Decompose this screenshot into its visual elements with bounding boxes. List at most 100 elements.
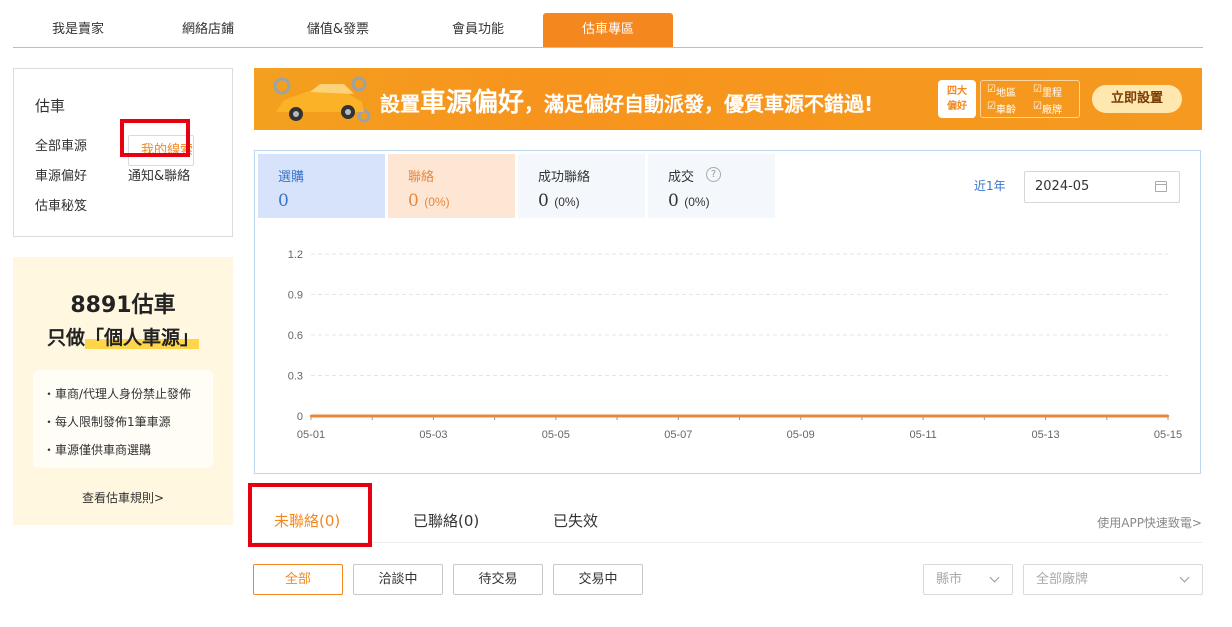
y-tick-label: 1.2 (288, 249, 303, 261)
sidebar-item-source-preference[interactable]: 車源偏好 (35, 165, 87, 184)
calendar-icon (1155, 181, 1167, 192)
sidebar-title: 估車 (35, 97, 66, 115)
data-point (309, 414, 313, 418)
x-tick-label: 05-07 (664, 429, 692, 441)
x-tick-label: 05-11 (909, 429, 936, 441)
stat-label: 選購 (278, 170, 305, 185)
stat-count: 0 (278, 191, 289, 211)
tab-member[interactable]: 會員功能 (413, 13, 543, 47)
x-tick-label: 05-09 (787, 429, 815, 441)
banner-headline: 設置車源偏好，滿足偏好自動派發，優質車源不錯過! (380, 82, 873, 119)
promo-points: ・車商/代理人身份禁止發佈 ・每人限制發佈1筆車源 ・車源僅供車商選購 (33, 370, 213, 468)
preference-banner[interactable]: 設置車源偏好，滿足偏好自動派發，優質車源不錯過! 四大 偏好 ☑ 地區 ☑ 里程… (254, 68, 1202, 130)
preference-features: ☑ 地區 ☑ 里程 ☑ 車齡 ☑ 廠牌 (980, 80, 1080, 118)
stat-value: 0 (0%) (408, 191, 450, 211)
tab-online-store[interactable]: 網絡店鋪 (143, 13, 273, 47)
range-one-year[interactable]: 近1年 (974, 177, 1006, 194)
x-tick-label: 05-13 (1032, 429, 1060, 441)
tab-topup-invoice[interactable]: 儲值&發票 (273, 13, 403, 47)
filter-trading-button[interactable]: 交易中 (553, 564, 643, 595)
feature-brand: ☑ 廠牌 (1033, 101, 1062, 116)
month-picker[interactable]: 2024-05 (1024, 171, 1180, 203)
y-tick-label: 0.9 (288, 290, 303, 302)
x-tick-label: 05-01 (297, 429, 325, 441)
chevron-down-icon (1179, 572, 1190, 583)
valuation-rules-link[interactable]: 查看估車規則> (13, 489, 233, 506)
stat-card[interactable]: 成交? 0 (0%) (648, 154, 775, 218)
banner-headline-a: 設置 (380, 92, 420, 116)
data-point (1044, 414, 1047, 418)
stat-value: 0 (0%) (538, 191, 580, 211)
stat-percent: (0%) (424, 195, 450, 209)
badge-line1: 四大 (947, 86, 967, 97)
filter-negotiating-button[interactable]: 洽談中 (353, 564, 443, 595)
promo-card: 8891估車 只做「個人車源」 ・車商/代理人身份禁止發佈 ・每人限制發佈1筆車… (13, 257, 233, 525)
feature-mileage: ☑ 里程 (1033, 84, 1062, 99)
lead-tabs: 未聯絡(0) 已聯絡(0) 已失效 使用APP快速致電> (254, 490, 1202, 543)
promo-logo: 8891估車 (70, 293, 176, 318)
data-point (677, 414, 680, 418)
highlight-box-my-leads (120, 119, 190, 157)
car-illustration (273, 76, 371, 123)
data-point (860, 414, 864, 418)
data-point (1166, 414, 1170, 418)
app-quick-call-link[interactable]: 使用APP快速致電> (1097, 514, 1202, 531)
filter-pending-button[interactable]: 待交易 (453, 564, 543, 595)
top-nav: 我是賣家 網絡店鋪 儲值&發票 會員功能 估車專區 (13, 13, 1203, 48)
brand-select-placeholder: 全部廠牌 (1036, 572, 1089, 587)
promo-slogan-highlight: 「個人車源」 (85, 327, 200, 349)
stat-card[interactable]: 成功聯絡 0 (0%) (518, 154, 645, 218)
stat-label: 成交 (668, 170, 695, 185)
brand-select[interactable]: 全部廠牌 (1023, 564, 1203, 595)
promo-slogan: 只做「個人車源」 (13, 323, 233, 350)
stat-label: 聯絡 (408, 170, 435, 185)
city-select[interactable]: 縣市 (923, 564, 1013, 595)
badge-line2: 偏好 (947, 101, 967, 112)
highlight-box-not-contacted (248, 483, 372, 547)
sidebar-item-notify-contact[interactable]: 通知&聯絡 (128, 165, 190, 184)
data-point (371, 414, 374, 418)
tab-expired[interactable]: 已失效 (553, 510, 598, 531)
tab-seller[interactable]: 我是賣家 (13, 13, 143, 47)
promo-point: ・車源僅供車商選購 (43, 443, 152, 457)
data-point (615, 414, 619, 418)
promo-point: ・車商/代理人身份禁止發佈 (43, 387, 192, 401)
data-point (554, 414, 558, 418)
stats-panel: 選購 0 聯絡 0 (0%) 成功聯絡 0 (0%) 成交? 0 (0%) 近1年 2024… (254, 150, 1201, 474)
set-now-button[interactable]: 立即設置 (1092, 85, 1182, 113)
stat-label: 成功聯絡 (538, 170, 591, 185)
stat-count: 0 (538, 191, 549, 211)
banner-headline-big: 車源偏好 (420, 88, 525, 118)
data-point (738, 414, 741, 418)
sidebar-item-all-sources[interactable]: 全部車源 (35, 135, 87, 154)
tab-car-valuation[interactable]: 估車專區 (543, 13, 673, 47)
trend-chart: 0 0.3 0.6 0.9 1.2 05-01 05-03 05-05 05-07 05-09 05… (288, 249, 1182, 441)
stat-card[interactable]: 聯絡 0 (0%) (388, 154, 515, 218)
stat-card[interactable]: 選購 0 (258, 154, 385, 218)
x-tick-label: 05-15 (1154, 429, 1182, 441)
stat-percent: (0%) (684, 195, 710, 209)
data-point (983, 414, 986, 418)
month-picker-value: 2024-05 (1035, 179, 1090, 194)
feature-region: ☑ 地區 (987, 84, 1016, 99)
y-tick-label: 0.6 (288, 330, 303, 342)
four-preferences-badge: 四大 偏好 (938, 80, 976, 118)
banner-headline-b: ，滿足偏好自動派發，優質車源不錯過! (524, 92, 874, 116)
city-select-placeholder: 縣市 (936, 572, 963, 587)
x-tick-label: 05-03 (419, 429, 447, 441)
promo-slogan-prefix: 只做 (46, 327, 85, 349)
tab-contacted[interactable]: 已聯絡(0) (413, 510, 479, 531)
data-point (799, 414, 802, 418)
stat-percent: (0%) (554, 195, 580, 209)
stat-value: 0 (278, 191, 289, 211)
help-icon[interactable]: ? (706, 167, 721, 182)
stat-count: 0 (668, 191, 679, 211)
stat-count: 0 (408, 191, 419, 211)
y-tick-label: 0 (297, 411, 303, 423)
data-point (921, 414, 925, 418)
sidebar-item-valuation-tips[interactable]: 估車秘笈 (35, 195, 87, 214)
promo-point: ・每人限制發佈1筆車源 (43, 415, 171, 429)
data-point (493, 414, 496, 418)
filter-all-button[interactable]: 全部 (253, 564, 343, 595)
chevron-down-icon (989, 572, 1000, 583)
